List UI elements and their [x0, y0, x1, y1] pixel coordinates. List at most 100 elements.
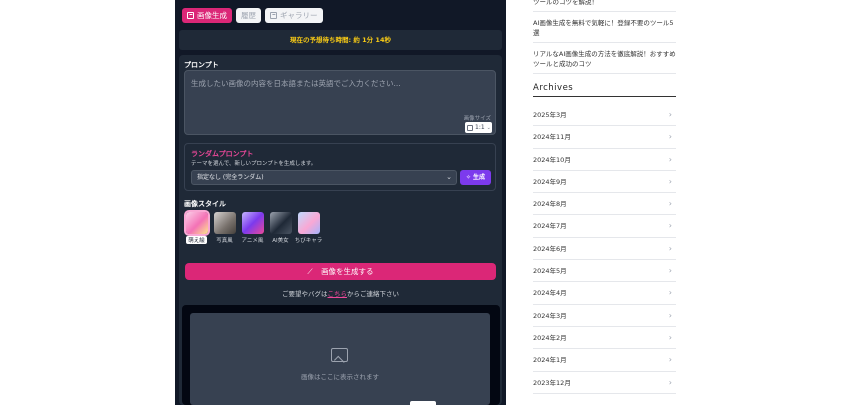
chevron-right-icon: ›: [668, 266, 672, 276]
image-placeholder-icon: [331, 348, 348, 362]
style-option-label: AI美女: [272, 238, 289, 244]
style-option-moe[interactable]: 萌え絵: [183, 210, 210, 244]
aspect-square-icon: [467, 124, 473, 131]
chevron-right-icon: ›: [668, 154, 672, 164]
gallery-icon: [270, 12, 277, 19]
wait-time-banner: 現在の予想待ち時間: 約 1分 14秒: [179, 30, 502, 50]
page: 画像生成 履歴 ギャラリー 現在の予想待ち時間: 約 1分 14秒 プロンプト …: [0, 0, 850, 405]
image-size-select[interactable]: 1:1 ⌄: [465, 122, 492, 133]
archive-label: 2024年4月: [533, 289, 567, 298]
style-thumbnail: [241, 212, 264, 234]
style-option-chibi[interactable]: ちびキャラ: [294, 212, 323, 244]
chevron-down-icon: ⌄: [446, 173, 452, 181]
generator-card: プロンプト 生成したい画像の内容を日本語または英語でご入力ください... 画像サ…: [179, 55, 502, 405]
chevron-right-icon: ›: [668, 176, 672, 186]
random-prompt-panel: ランダムプロンプト テーマを選んで、新しいプロンプトを生成します。 指定なし (…: [184, 143, 496, 191]
archives-divider: [533, 96, 676, 97]
style-option-ai-beauty[interactable]: AI美女: [269, 212, 292, 244]
archive-label: 2024年11月: [533, 133, 571, 142]
archive-item[interactable]: 2023年12月 ›: [533, 372, 676, 394]
theme-select-value: 指定なし (完全ランダム): [197, 174, 264, 181]
tab-generate[interactable]: 画像生成: [182, 8, 232, 23]
article-link[interactable]: AI画像生成を無料で気軽に！登録不要のツール5選: [533, 12, 676, 43]
tab-gallery-label: ギャラリー: [280, 11, 318, 20]
chevron-down-icon: ⌄: [486, 124, 491, 131]
tab-bar: 画像生成 履歴 ギャラリー: [182, 8, 323, 23]
magic-wand-icon: ✧: [465, 174, 471, 181]
archive-item[interactable]: 2024年11月 ›: [533, 126, 676, 149]
article-link[interactable]: リアルなAI画像生成の方法を徹底解説！おすすめツールと成功のコツ: [533, 43, 676, 74]
archive-label: 2025年3月: [533, 111, 567, 119]
tab-generate-label: 画像生成: [197, 11, 227, 20]
magic-wand-icon: ⟋: [307, 267, 313, 276]
prompt-label: プロンプト: [184, 61, 219, 69]
archive-label: 2024年9月: [533, 177, 567, 186]
generate-image-button[interactable]: ⟋ 画像を生成する: [185, 263, 496, 280]
image-preview-frame: 画像はここに表示されます: [182, 305, 500, 405]
tab-history[interactable]: 履歴: [236, 8, 261, 23]
archive-label: 2024年1月: [533, 356, 567, 365]
contact-suffix: からご連絡下さい: [347, 290, 399, 298]
theme-select[interactable]: 指定なし (完全ランダム) ⌄: [191, 170, 457, 185]
archive-item[interactable]: 2024年1月 ›: [533, 349, 676, 372]
archive-item[interactable]: 2024年9月 ›: [533, 171, 676, 194]
archive-label: 2024年2月: [533, 333, 567, 342]
preview-action-button[interactable]: [410, 401, 436, 405]
chevron-right-icon: ›: [668, 377, 672, 387]
archive-item[interactable]: 2024年10月 ›: [533, 149, 676, 171]
generate-image-label: 画像を生成する: [321, 267, 374, 276]
prompt-textarea[interactable]: 生成したい画像の内容を日本語または英語でご入力ください... 画像サイズ 1:1…: [184, 70, 496, 135]
tab-history-label: 履歴: [241, 11, 256, 20]
chevron-right-icon: ›: [668, 332, 672, 342]
contact-note: ご要望やバグはこちらからご連絡下さい: [179, 288, 502, 298]
style-option-photo[interactable]: 写真風: [213, 212, 236, 244]
chevron-right-icon: ›: [668, 221, 672, 231]
image-icon: [187, 12, 194, 19]
archive-item[interactable]: 2024年4月 ›: [533, 282, 676, 305]
archive-label: 2024年3月: [533, 311, 567, 320]
style-option-label: 写真風: [216, 238, 233, 244]
chevron-right-icon: ›: [668, 355, 672, 365]
style-thumbnail: [213, 212, 236, 234]
random-prompt-description: テーマを選んで、新しいプロンプトを生成します。: [191, 161, 317, 167]
tab-gallery[interactable]: ギャラリー: [265, 8, 323, 23]
image-size-value: 1:1: [475, 124, 485, 131]
image-style-label: 画像スタイル: [184, 200, 226, 208]
contact-link[interactable]: こちら: [328, 290, 348, 298]
style-options: 萌え絵 写真風 アニメ風 AI美女 ちびキャラ: [183, 210, 323, 244]
archive-item[interactable]: 2025年3月 ›: [533, 104, 676, 127]
image-size-label: 画像サイズ: [463, 116, 491, 122]
archive-item[interactable]: 2024年8月 ›: [533, 193, 676, 216]
chevron-right-icon: ›: [668, 288, 672, 298]
chevron-right-icon: ›: [668, 310, 672, 320]
style-thumbnail: [269, 212, 292, 234]
style-option-label: 萌え絵: [186, 236, 207, 244]
chevron-right-icon: ›: [668, 243, 672, 253]
random-generate-label: 生成: [473, 174, 486, 181]
style-thumbnail: [183, 210, 210, 236]
contact-prefix: ご要望やバグは: [282, 290, 328, 298]
archive-item[interactable]: 2024年3月 ›: [533, 305, 676, 327]
archive-label: 2023年12月: [533, 378, 571, 387]
chevron-right-icon: ›: [668, 110, 672, 119]
archive-list: 2025年3月 › 2024年11月 › 2024年10月 › 2024年9月 › 20…: [533, 104, 676, 394]
archive-label: 2024年6月: [533, 244, 567, 253]
style-thumbnail: [297, 212, 320, 234]
archive-label: 2024年10月: [533, 155, 571, 164]
archive-label: 2024年8月: [533, 200, 567, 209]
style-option-label: ちびキャラ: [294, 238, 323, 244]
chevron-right-icon: ›: [668, 132, 672, 142]
prompt-placeholder: 生成したい画像の内容を日本語または英語でご入力ください...: [191, 79, 401, 88]
style-option-anime[interactable]: アニメ風: [241, 212, 264, 244]
archive-item[interactable]: 2024年6月 ›: [533, 238, 676, 261]
article-link[interactable]: ツールのコツを解説！: [533, 0, 676, 12]
image-generator-app: 画像生成 履歴 ギャラリー 現在の予想待ち時間: 約 1分 14秒 プロンプト …: [175, 0, 506, 405]
archive-item[interactable]: 2024年5月 ›: [533, 260, 676, 283]
image-preview-area: 画像はここに表示されます: [190, 313, 490, 405]
archive-item[interactable]: 2024年7月 ›: [533, 215, 676, 238]
archive-label: 2024年5月: [533, 267, 567, 276]
style-option-label: アニメ風: [241, 238, 264, 244]
archive-item[interactable]: 2024年2月 ›: [533, 327, 676, 350]
archive-label: 2024年7月: [533, 222, 567, 231]
random-generate-button[interactable]: ✧ 生成: [460, 170, 491, 185]
